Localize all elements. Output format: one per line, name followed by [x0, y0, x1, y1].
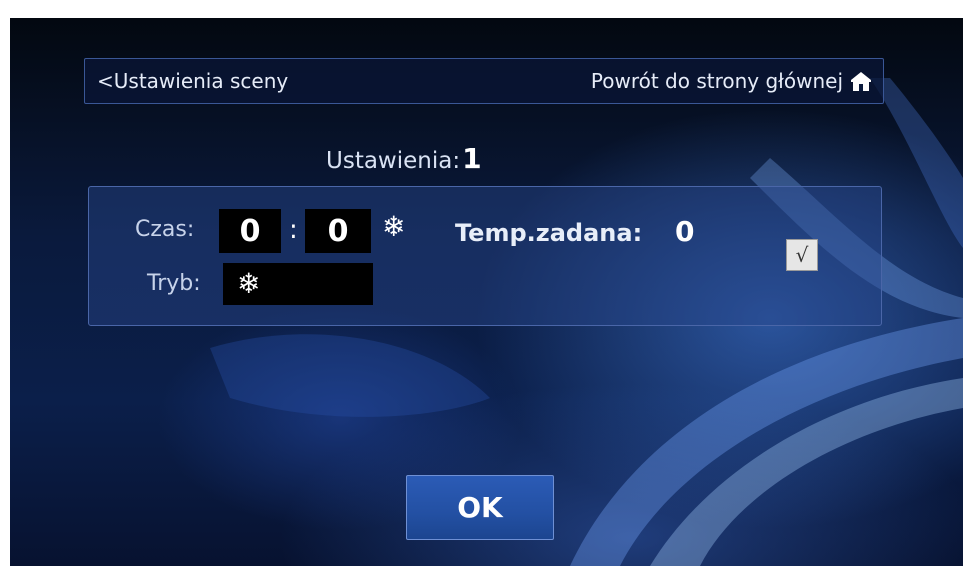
time-label: Czas:	[135, 217, 195, 242]
snowflake-icon: ❄	[237, 267, 261, 300]
checkbox-mark: √	[795, 243, 809, 267]
hours-field[interactable]: 0	[219, 209, 281, 253]
home-button[interactable]: Powrót do strony głównej	[591, 67, 873, 95]
settings-number: 1	[462, 142, 482, 175]
target-temp-value: 0	[675, 215, 695, 248]
minutes-field[interactable]: 0	[305, 209, 371, 253]
touch-screen: <Ustawienia sceny Powrót do strony główn…	[10, 18, 963, 566]
settings-title: Ustawienia: 1	[326, 142, 482, 175]
back-button-label: <Ustawienia sceny	[97, 69, 289, 93]
target-temp-label: Temp.zadana:	[455, 219, 643, 247]
back-button[interactable]: <Ustawienia sceny	[97, 67, 288, 95]
home-button-label: Powrót do strony głównej	[590, 69, 843, 93]
ok-button[interactable]: OK	[406, 475, 554, 540]
snowflake-icon: ❄	[382, 210, 406, 243]
top-navigation-bar: <Ustawienia sceny Powrót do strony główn…	[84, 58, 884, 104]
confirm-checkbox[interactable]: √	[786, 239, 818, 271]
photo-frame: <Ustawienia sceny Powrót do strony główn…	[0, 0, 971, 574]
home-icon	[851, 72, 871, 91]
mode-field[interactable]: ❄	[223, 263, 373, 305]
time-colon: :	[289, 215, 298, 245]
settings-label: Ustawienia:	[326, 148, 461, 174]
ok-button-label: OK	[457, 491, 503, 524]
scene-settings-panel: Czas: 0 : 0 ❄ Temp.zadana: 0 √ Tryb: ❄	[88, 186, 882, 326]
mode-label: Tryb:	[147, 271, 201, 296]
